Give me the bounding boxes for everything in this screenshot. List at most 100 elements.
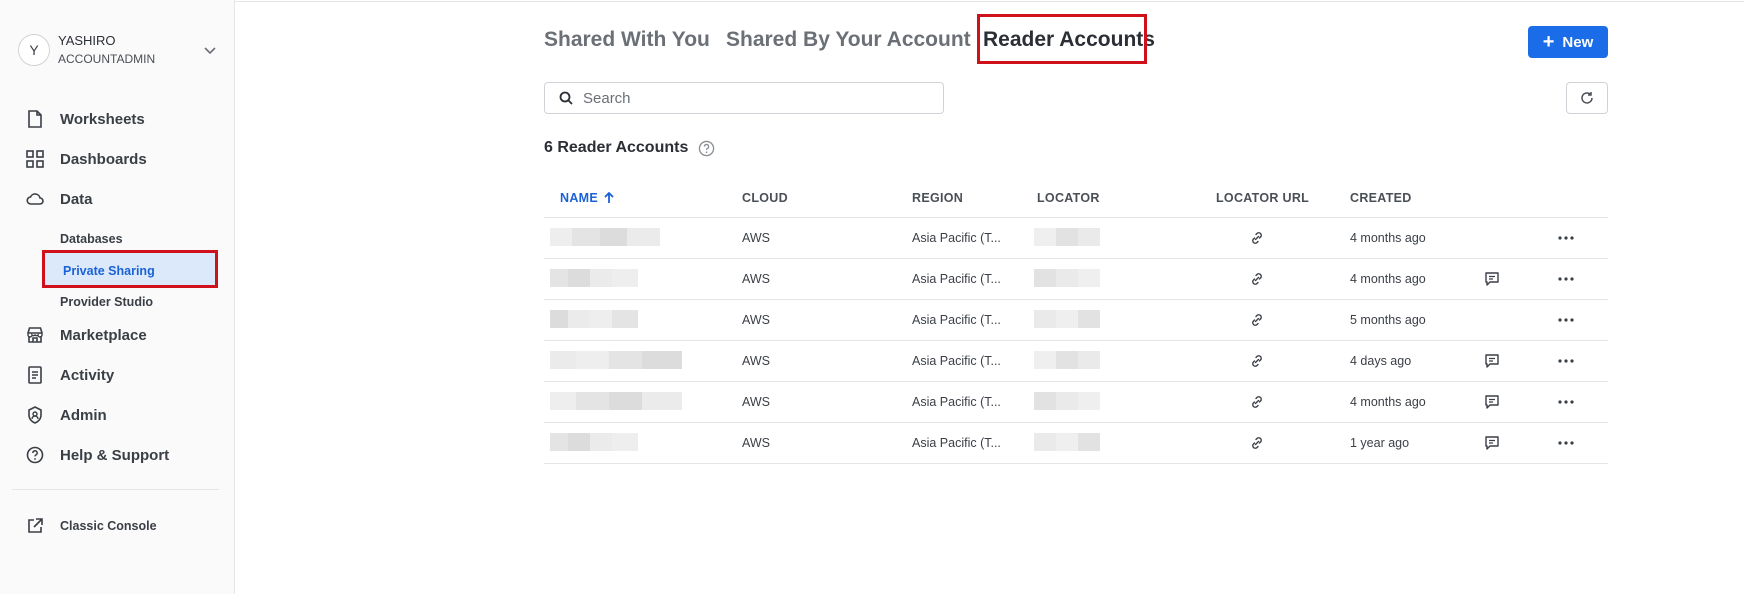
table-row[interactable]: AWS Asia Pacific (T... 4 months ago <box>544 259 1608 300</box>
table-row[interactable]: AWS Asia Pacific (T... 4 months ago <box>544 218 1608 259</box>
search-input[interactable] <box>583 89 923 107</box>
sidebar-item-dashboards[interactable]: Dashboards <box>26 147 147 171</box>
sidebar-item-label: Data <box>60 190 93 208</box>
sidebar-item-activity[interactable]: Activity <box>26 363 114 387</box>
grid-icon <box>26 150 44 168</box>
search-box[interactable] <box>544 82 944 114</box>
more-options-icon[interactable] <box>1556 230 1576 246</box>
comment-icon[interactable] <box>1484 271 1500 287</box>
redacted-name <box>550 351 682 369</box>
sidebar-item-data[interactable]: Data <box>26 187 93 211</box>
cell-cloud: AWS <box>742 231 771 245</box>
redacted-locator <box>1034 269 1100 287</box>
redacted-locator <box>1034 392 1100 410</box>
redacted-name <box>550 433 638 451</box>
more-options-icon[interactable] <box>1556 353 1576 369</box>
cell-cloud: AWS <box>742 436 771 450</box>
plus-icon: + <box>1542 31 1555 53</box>
more-options-icon[interactable] <box>1556 271 1576 287</box>
cell-created: 4 days ago <box>1350 354 1412 368</box>
sidebar-item-marketplace[interactable]: Marketplace <box>26 323 147 347</box>
sidebar-item-help[interactable]: Help & Support <box>26 443 169 467</box>
tab-shared-by-account[interactable]: Shared By Your Account <box>726 28 971 52</box>
sidebar-item-classic-console[interactable]: Classic Console <box>26 514 157 538</box>
help-circle-icon <box>26 446 44 464</box>
sidebar-item-provider-studio[interactable]: Provider Studio <box>60 292 153 312</box>
comment-icon[interactable] <box>1484 353 1500 369</box>
cell-created: 1 year ago <box>1350 436 1410 450</box>
column-header-locator-url[interactable]: LOCATOR URL <box>1216 191 1309 205</box>
cell-created: 4 months ago <box>1350 272 1426 286</box>
comment-icon[interactable] <box>1484 435 1500 451</box>
store-icon <box>26 326 44 344</box>
redacted-name <box>550 269 638 287</box>
more-options-icon[interactable] <box>1556 394 1576 410</box>
sidebar: Y YASHIRO ACCOUNTADMIN Worksheets Dashbo… <box>0 0 235 594</box>
table-row[interactable]: AWS Asia Pacific (T... 4 days ago <box>544 341 1608 382</box>
redacted-locator <box>1034 310 1100 328</box>
avatar: Y <box>18 34 50 66</box>
cell-cloud: AWS <box>742 272 771 286</box>
sidebar-item-private-sharing[interactable]: Private Sharing <box>42 250 218 288</box>
new-button-label: New <box>1562 33 1594 51</box>
sidebar-item-databases[interactable]: Databases <box>60 229 123 249</box>
sidebar-item-label: Marketplace <box>60 326 147 344</box>
cell-region: Asia Pacific (T... <box>912 313 1001 327</box>
shield-icon <box>26 406 44 424</box>
help-icon[interactable] <box>698 140 715 157</box>
arrow-up-icon <box>604 192 614 203</box>
table-header: NAME CLOUD REGION LOCATOR LOCATOR URL CR… <box>544 180 1608 218</box>
refresh-icon <box>1581 92 1593 104</box>
sidebar-item-label: Activity <box>60 366 115 384</box>
user-role: ACCOUNTADMIN <box>58 52 156 66</box>
user-menu[interactable]: Y YASHIRO ACCOUNTADMIN <box>18 30 218 70</box>
redacted-name <box>550 392 682 410</box>
column-header-cloud[interactable]: CLOUD <box>742 191 788 205</box>
redacted-name <box>550 228 660 246</box>
cell-created: 4 months ago <box>1350 231 1426 245</box>
link-icon[interactable] <box>1249 435 1265 451</box>
link-icon[interactable] <box>1249 312 1265 328</box>
column-header-name[interactable]: NAME <box>560 191 614 205</box>
chevron-down-icon[interactable] <box>202 42 218 58</box>
search-icon <box>559 91 573 105</box>
more-options-icon[interactable] <box>1556 312 1576 328</box>
redacted-locator <box>1034 351 1100 369</box>
cell-region: Asia Pacific (T... <box>912 272 1001 286</box>
cloud-icon <box>26 190 44 208</box>
sidebar-item-label: Dashboards <box>60 150 147 168</box>
reader-accounts-count: 6 Reader Accounts <box>544 139 715 157</box>
table-row[interactable]: AWS Asia Pacific (T... 4 months ago <box>544 382 1608 423</box>
user-name: YASHIRO <box>58 33 116 48</box>
tab-shared-with-you[interactable]: Shared With You <box>544 28 710 52</box>
cell-cloud: AWS <box>742 354 771 368</box>
column-header-created[interactable]: CREATED <box>1350 191 1412 205</box>
cell-cloud: AWS <box>742 395 771 409</box>
table-row[interactable]: AWS Asia Pacific (T... 1 year ago <box>544 423 1608 464</box>
reader-accounts-table: NAME CLOUD REGION LOCATOR LOCATOR URL CR… <box>544 180 1608 464</box>
link-icon[interactable] <box>1249 230 1265 246</box>
sidebar-divider <box>12 489 219 490</box>
redacted-name <box>550 310 638 328</box>
link-icon[interactable] <box>1249 353 1265 369</box>
sidebar-item-admin[interactable]: Admin <box>26 403 107 427</box>
comment-icon[interactable] <box>1484 394 1500 410</box>
tab-highlight-box <box>977 14 1147 64</box>
table-body: AWS Asia Pacific (T... 4 months ago AWS Asia… <box>544 218 1608 464</box>
link-icon[interactable] <box>1249 271 1265 287</box>
new-button[interactable]: + New <box>1528 26 1608 58</box>
refresh-button[interactable] <box>1566 82 1608 114</box>
cell-created: 5 months ago <box>1350 313 1426 327</box>
redacted-locator <box>1034 228 1100 246</box>
link-icon[interactable] <box>1249 394 1265 410</box>
sidebar-item-label: Classic Console <box>60 519 157 533</box>
cell-created: 4 months ago <box>1350 395 1426 409</box>
sidebar-item-label: Worksheets <box>60 110 145 128</box>
table-row[interactable]: AWS Asia Pacific (T... 5 months ago <box>544 300 1608 341</box>
column-header-region[interactable]: REGION <box>912 191 963 205</box>
sidebar-item-worksheets[interactable]: Worksheets <box>26 107 145 131</box>
external-link-icon <box>26 517 44 535</box>
column-header-locator[interactable]: LOCATOR <box>1037 191 1100 205</box>
more-options-icon[interactable] <box>1556 435 1576 451</box>
activity-log-icon <box>26 366 44 384</box>
